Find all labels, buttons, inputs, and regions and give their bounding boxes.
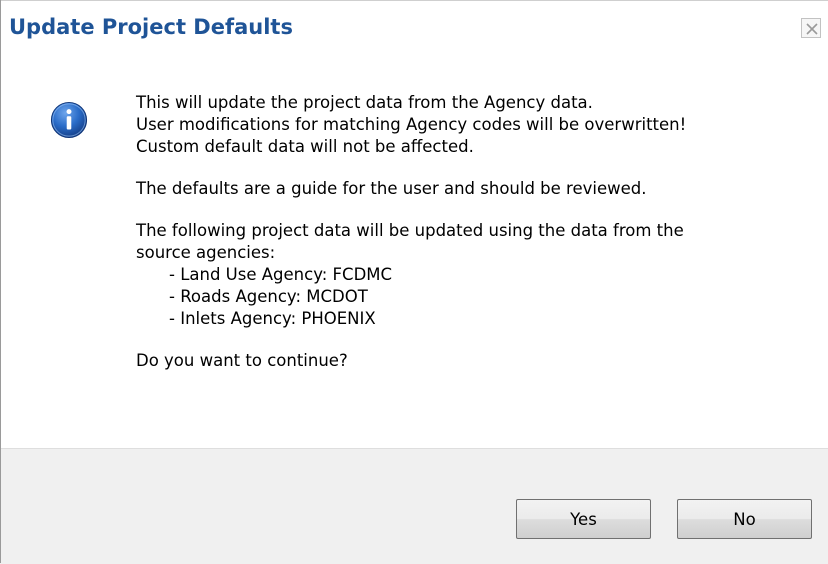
- question-text: Do you want to continue?: [136, 351, 348, 370]
- yes-button[interactable]: Yes: [516, 499, 651, 539]
- no-button[interactable]: No: [677, 499, 812, 539]
- dialog-title: Update Project Defaults: [9, 15, 293, 39]
- button-bar: Yes No: [1, 448, 828, 564]
- message-line: The defaults are a guide for the user an…: [136, 179, 647, 198]
- yes-button-label: Yes: [570, 509, 597, 529]
- message-line: Custom default data will not be affected…: [136, 137, 474, 156]
- no-button-label: No: [733, 509, 756, 529]
- update-project-defaults-dialog: Update Project Defaults This will update…: [0, 0, 828, 564]
- agency-item: - Land Use Agency: FCDMC: [169, 265, 393, 284]
- agency-item: - Inlets Agency: PHOENIX: [169, 309, 376, 328]
- message-line: This will update the project data from t…: [136, 93, 593, 112]
- info-icon: [50, 101, 88, 139]
- dialog-message: This will update the project data from t…: [136, 92, 796, 372]
- title-bar[interactable]: Update Project Defaults: [1, 0, 828, 53]
- message-line: The following project data will be updat…: [136, 221, 684, 240]
- message-line: User modifications for matching Agency c…: [136, 115, 687, 134]
- close-button[interactable]: [801, 18, 821, 38]
- close-icon: [806, 23, 818, 35]
- agency-item: - Roads Agency: MCDOT: [169, 287, 368, 306]
- dialog-content: This will update the project data from t…: [1, 52, 828, 448]
- message-line: source agencies:: [136, 243, 276, 262]
